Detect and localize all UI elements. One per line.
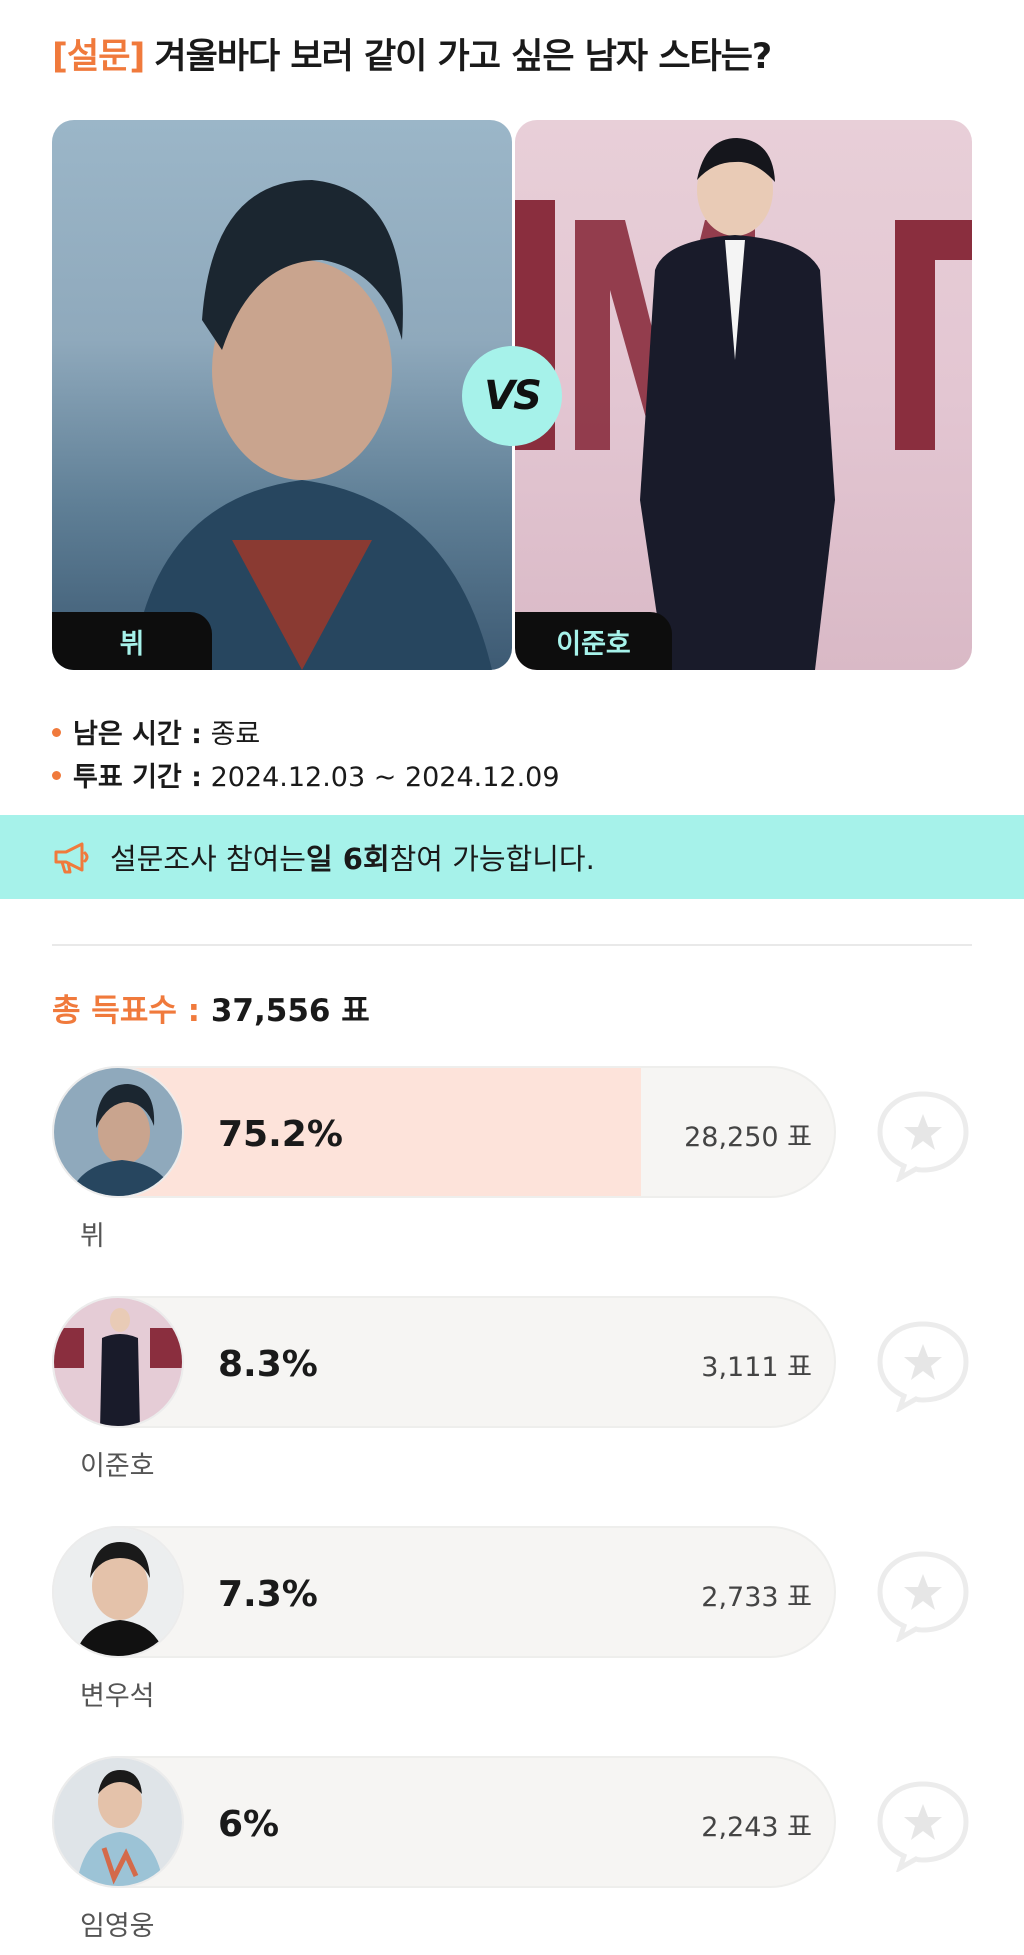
avatar <box>52 1526 184 1658</box>
favorite-star-icon[interactable] <box>874 1778 972 1872</box>
divider <box>52 944 972 946</box>
remaining-time-key: 남은 시간 : <box>73 719 202 750</box>
vs-badge: VS <box>462 346 562 446</box>
banner-text-bold: 일 6회 <box>305 842 390 876</box>
banner-text-post: 참여 가능합니다. <box>389 842 595 876</box>
result-row: 75.2% 28,250 표 뷔 <box>52 1066 972 1252</box>
contestant-card-left[interactable]: 뷔 <box>52 120 512 670</box>
total-votes-label: 총 득표수 : <box>52 993 201 1029</box>
result-name: 변우석 <box>80 1681 155 1712</box>
bullet-dot <box>52 771 61 780</box>
contestant-label-left: 뷔 <box>52 612 212 670</box>
result-row: 7.3% 2,733 표 변우석 <box>52 1526 972 1712</box>
avatar <box>52 1296 184 1428</box>
result-name: 뷔 <box>80 1221 105 1252</box>
favorite-star-icon[interactable] <box>874 1548 972 1642</box>
contestant-label-right: 이준호 <box>515 612 672 670</box>
result-row: 6% 2,243 표 임영웅 <box>52 1756 972 1942</box>
favorite-star-icon[interactable] <box>874 1318 972 1412</box>
poll-tag: [설문] <box>52 37 145 77</box>
poll-question: 겨울바다 보러 같이 가고 싶은 남자 스타는? <box>154 37 772 77</box>
total-votes-value: 37,556 표 <box>210 993 370 1029</box>
bullet-dot <box>52 728 61 737</box>
avatar <box>52 1066 184 1198</box>
vote-period-key: 투표 기간 : <box>73 762 202 793</box>
result-percent: 6% <box>218 1803 280 1845</box>
remaining-time-value: 종료 <box>210 719 261 750</box>
result-votes: 28,250 표 <box>684 1121 812 1153</box>
favorite-star-icon[interactable] <box>874 1088 972 1182</box>
result-percent: 75.2% <box>218 1113 343 1155</box>
total-votes: 총 득표수 : 37,556 표 <box>52 985 370 1030</box>
result-votes: 2,733 표 <box>701 1581 812 1613</box>
result-name: 이준호 <box>80 1451 155 1482</box>
result-row: 8.3% 3,111 표 이준호 <box>52 1296 972 1482</box>
poll-title: [설문] 겨울바다 보러 같이 가고 싶은 남자 스타는? <box>52 28 772 79</box>
contestant-card-right[interactable]: 이준호 <box>515 120 972 670</box>
megaphone-icon <box>54 842 89 874</box>
contestant-photo-left <box>52 120 512 670</box>
result-votes: 3,111 표 <box>701 1351 812 1383</box>
banner-text-pre: 설문조사 참여는 <box>110 842 306 876</box>
poll-page: [설문] 겨울바다 보러 같이 가고 싶은 남자 스타는? 뷔 이준호 VS 남… <box>0 0 1024 1955</box>
contestant-photo-right <box>515 120 972 670</box>
vote-period-value: 2024.12.03 ~ 2024.12.09 <box>210 762 560 793</box>
portrait-illustration-left <box>132 180 492 670</box>
portrait-illustration-right <box>515 138 972 670</box>
result-votes: 2,243 표 <box>701 1811 812 1843</box>
vote-period: 투표 기간 : 2024.12.03 ~ 2024.12.09 <box>52 755 560 794</box>
avatar <box>52 1756 184 1888</box>
result-percent: 7.3% <box>218 1573 318 1615</box>
result-name: 임영웅 <box>80 1911 155 1942</box>
remaining-time: 남은 시간 : 종료 <box>52 712 260 751</box>
result-percent: 8.3% <box>218 1343 318 1385</box>
participation-banner: 설문조사 참여는 일 6회 참여 가능합니다. <box>0 815 1024 899</box>
